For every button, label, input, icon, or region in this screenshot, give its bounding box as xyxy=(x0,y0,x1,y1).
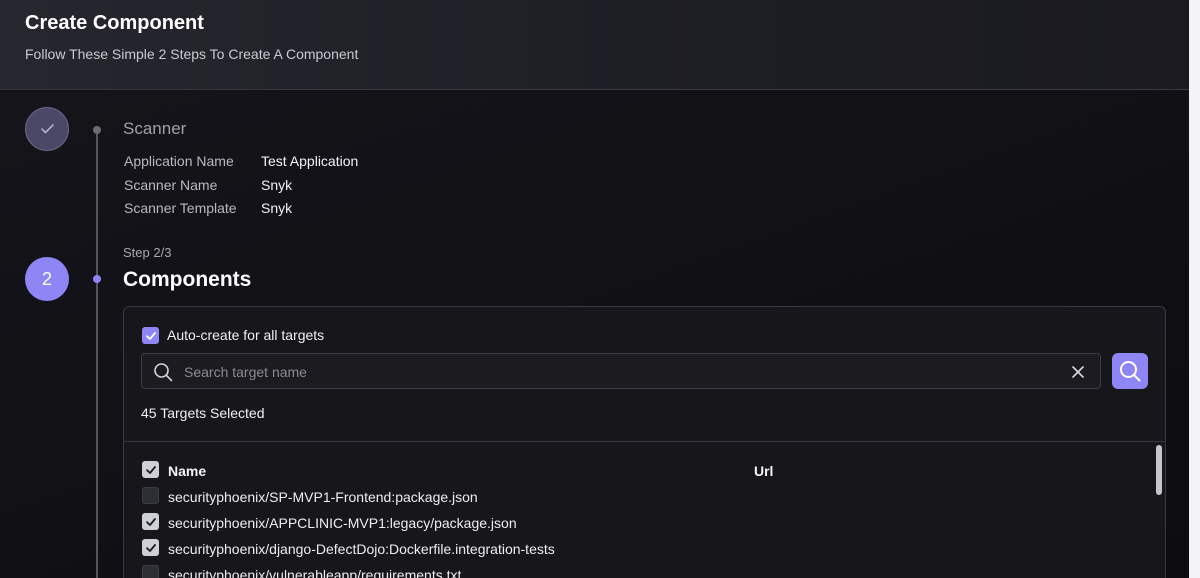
search-input[interactable] xyxy=(184,361,1044,383)
search-box xyxy=(141,353,1101,389)
check-icon xyxy=(145,465,156,474)
row-checkbox[interactable] xyxy=(142,513,159,530)
select-all-checkbox[interactable] xyxy=(142,461,159,478)
stepper-dot-components xyxy=(93,275,101,283)
row-checkbox[interactable] xyxy=(142,487,159,504)
close-icon[interactable] xyxy=(1070,364,1086,380)
info-value: Snyk xyxy=(261,177,293,193)
create-component-page: Create Component Follow These Simple 2 S… xyxy=(0,0,1200,578)
table-row-name: securityphoenix/APPCLINIC-MVP1:legacy/pa… xyxy=(168,515,517,531)
step-completed-circle xyxy=(25,107,69,151)
components-card: Auto-create for all targets 45 Targets S… xyxy=(123,306,1166,578)
search-icon xyxy=(1120,361,1141,382)
targets-selected-count: 45 Targets Selected xyxy=(141,405,265,421)
check-icon xyxy=(40,124,54,134)
table-scrollbar[interactable] xyxy=(1156,445,1162,495)
stepper-line xyxy=(96,130,98,578)
stepper-dot-scanner xyxy=(93,126,101,134)
column-header-name[interactable]: Name xyxy=(168,463,206,479)
row-checkbox[interactable] xyxy=(142,539,159,556)
step-counter: Step 2/3 xyxy=(123,245,172,260)
window-edge xyxy=(1189,0,1200,578)
check-icon xyxy=(145,331,156,340)
auto-create-checkbox[interactable] xyxy=(142,327,159,344)
page-subtitle: Follow These Simple 2 Steps To Create A … xyxy=(25,46,359,62)
components-title: Components xyxy=(123,268,252,291)
info-label: Application Name xyxy=(124,153,234,169)
info-value: Snyk xyxy=(261,200,293,216)
search-button[interactable] xyxy=(1112,353,1148,389)
info-label: Scanner Name xyxy=(124,177,218,193)
step-number: 2 xyxy=(41,268,52,289)
divider xyxy=(124,441,1165,442)
table-row-name: securityphoenix/SP-MVP1-Frontend:package… xyxy=(168,489,478,505)
page-title: Create Component xyxy=(25,12,204,34)
step-active-circle: 2 xyxy=(25,257,69,301)
check-icon xyxy=(145,543,156,552)
column-header-url[interactable]: Url xyxy=(754,463,773,479)
table-row-name: securityphoenix/vulnerableapp/requiremen… xyxy=(168,567,462,578)
row-checkbox[interactable] xyxy=(142,565,159,578)
auto-create-label: Auto-create for all targets xyxy=(167,327,325,343)
info-label: Scanner Template xyxy=(124,200,237,216)
check-icon xyxy=(145,517,156,526)
search-icon xyxy=(154,363,173,382)
scanner-step-title: Scanner xyxy=(123,119,187,138)
table-row-name: securityphoenix/django-DefectDojo:Docker… xyxy=(168,541,555,557)
info-value: Test Application xyxy=(261,153,359,169)
page-header: Create Component Follow These Simple 2 S… xyxy=(0,0,1189,90)
